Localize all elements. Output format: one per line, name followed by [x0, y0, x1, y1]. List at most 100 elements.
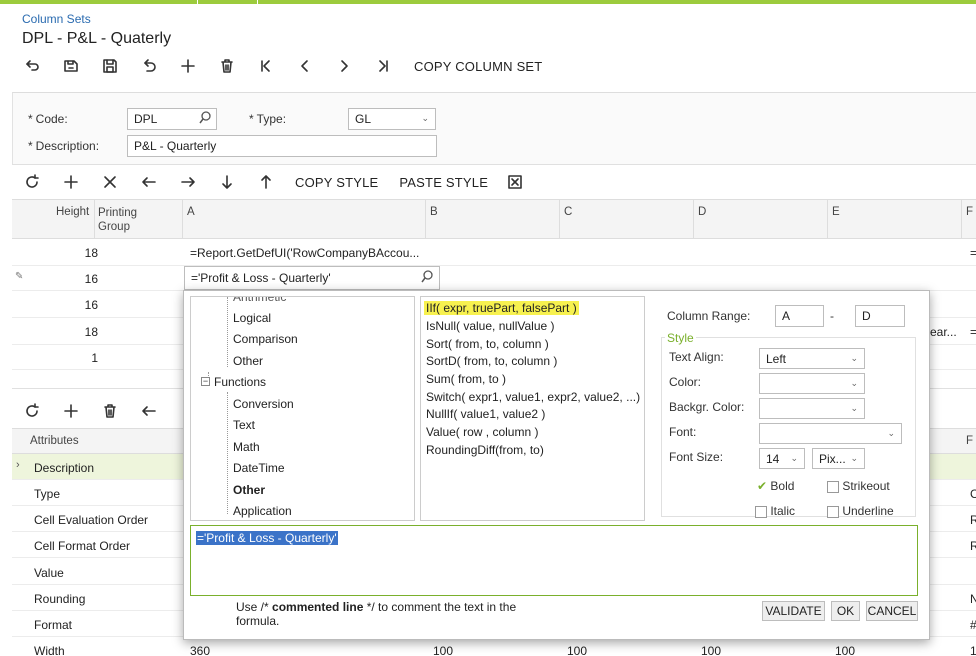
tree-item-other[interactable]: Other	[233, 354, 263, 368]
main-toolbar: COPY COLUMN SET	[20, 54, 542, 78]
tree-item-conversion[interactable]: Conversion	[233, 397, 294, 411]
function-item-switch[interactable]: Switch( expr1, value1, expr2, value2, ..…	[426, 390, 640, 404]
function-item-isnull[interactable]: IsNull( value, nullValue )	[426, 319, 555, 333]
attribute-name: Description	[34, 461, 95, 475]
tree-item-comparison[interactable]: Comparison	[233, 332, 298, 346]
previous-record-icon[interactable]	[293, 54, 317, 78]
code-field[interactable]: DPL	[127, 108, 217, 130]
attributes-header-f[interactable]: F	[966, 435, 973, 447]
description-field[interactable]: P&L - Quarterly	[127, 135, 437, 157]
column-header-a[interactable]: A	[187, 206, 195, 218]
backgr-color-label: Backgr. Color:	[669, 400, 745, 414]
edit-pencil-icon: ✎	[15, 271, 24, 282]
code-label: * Code:	[28, 112, 68, 126]
tree-item-other-selected[interactable]: Other	[233, 483, 265, 497]
delete-icon[interactable]	[98, 399, 122, 423]
ok-button[interactable]: OK	[831, 601, 860, 621]
chevron-down-icon: ⌄	[850, 353, 858, 363]
cancel-button[interactable]: CANCEL	[866, 601, 918, 621]
description-label: * Description:	[28, 139, 100, 153]
next-record-icon[interactable]	[332, 54, 356, 78]
add-icon[interactable]	[176, 54, 200, 78]
arrow-up-icon[interactable]	[254, 170, 278, 194]
tree-item-logical[interactable]: Logical	[233, 311, 271, 325]
attributes-header[interactable]: Attributes	[30, 435, 79, 447]
backgr-color-select[interactable]: ⌄	[759, 398, 865, 419]
tree-item-text[interactable]: Text	[233, 418, 255, 432]
tree-item-functions[interactable]: Functions	[214, 375, 266, 389]
copy-style-button[interactable]: COPY STYLE	[295, 175, 378, 190]
search-icon[interactable]	[199, 111, 211, 128]
cell-f-value: =	[970, 325, 976, 339]
search-icon[interactable]	[421, 270, 433, 287]
table-row[interactable]: 18 =Report.GetDefUI('RowCompanyBAccou...…	[12, 239, 976, 266]
validate-button[interactable]: VALIDATE	[762, 601, 825, 621]
function-item-sortd[interactable]: SortD( from, to, column )	[426, 354, 557, 368]
underline-checkbox[interactable]: Underline	[827, 504, 894, 518]
function-item-nullif[interactable]: NullIf( value1, value2 )	[426, 407, 545, 421]
column-header-b[interactable]: B	[430, 206, 438, 218]
paste-style-button[interactable]: PASTE STYLE	[399, 175, 488, 190]
header-divider	[559, 199, 560, 239]
table-row-active[interactable]: ✎ 16	[12, 266, 976, 291]
formula-cell-editor[interactable]: ='Profit & Loss - Quarterly'	[184, 266, 440, 290]
arrow-left-icon[interactable]	[137, 399, 161, 423]
tree-item-application[interactable]: Application	[233, 504, 292, 518]
clear-style-icon[interactable]	[503, 170, 527, 194]
column-header-f[interactable]: F	[966, 206, 973, 218]
save-close-icon[interactable]	[59, 54, 83, 78]
column-header-e[interactable]: E	[832, 206, 840, 218]
columns-grid-header	[12, 199, 976, 239]
tree-item-datetime[interactable]: DateTime	[233, 461, 285, 475]
font-select[interactable]: ⌄	[759, 423, 902, 444]
italic-checkbox[interactable]: Italic	[755, 504, 795, 518]
function-item-iif[interactable]: IIf( expr, truePart, falsePart )	[424, 301, 579, 315]
function-item-sum[interactable]: Sum( from, to )	[426, 372, 506, 386]
back-arrow-icon[interactable]	[20, 54, 44, 78]
column-header-height[interactable]: Height	[56, 206, 89, 218]
function-item-sort[interactable]: Sort( from, to, column )	[426, 337, 549, 351]
refresh-icon[interactable]	[20, 170, 44, 194]
undo-icon[interactable]	[137, 54, 161, 78]
column-range-to[interactable]: D	[855, 305, 905, 327]
tree-item-math[interactable]: Math	[233, 440, 260, 454]
column-header-c[interactable]: C	[564, 206, 572, 218]
add-row-icon[interactable]	[59, 170, 83, 194]
chevron-down-icon: ⌄	[850, 453, 858, 463]
text-align-select[interactable]: Left ⌄	[759, 348, 865, 369]
chevron-down-icon: ⌄	[850, 378, 858, 388]
column-header-printing-group[interactable]: Printing Group	[98, 206, 137, 234]
function-item-roundingdiff[interactable]: RoundingDiff(from, to)	[426, 443, 544, 457]
column-range-from[interactable]: A	[775, 305, 824, 327]
last-record-icon[interactable]	[371, 54, 395, 78]
formula-textarea[interactable]: ='Profit & Loss - Quarterly'	[190, 525, 918, 596]
row-height-value: 18	[84, 325, 98, 339]
delete-icon[interactable]	[215, 54, 239, 78]
bold-checkbox[interactable]: ✔ Bold	[757, 479, 794, 493]
font-size-select[interactable]: 14 ⌄	[759, 448, 805, 469]
function-item-value[interactable]: Value( row , column )	[426, 425, 538, 439]
add-row-icon[interactable]	[59, 399, 83, 423]
copy-column-set-button[interactable]: COPY COLUMN SET	[414, 59, 542, 74]
header-divider	[827, 199, 828, 239]
arrow-down-icon[interactable]	[215, 170, 239, 194]
column-header-d[interactable]: D	[698, 206, 706, 218]
cell-a-value: =Report.GetDefUI('RowCompanyBAccou...	[190, 246, 420, 260]
header-divider	[961, 199, 962, 239]
attribute-name: Cell Evaluation Order	[34, 513, 149, 527]
breadcrumb[interactable]: Column Sets	[22, 12, 91, 26]
arrow-left-icon[interactable]	[137, 170, 161, 194]
strikeout-checkbox[interactable]: Strikeout	[827, 479, 890, 493]
first-record-icon[interactable]	[254, 54, 278, 78]
color-select[interactable]: ⌄	[759, 373, 865, 394]
collapse-icon[interactable]: −	[201, 377, 210, 386]
arrow-right-icon[interactable]	[176, 170, 200, 194]
checkbox-box	[827, 505, 839, 518]
font-unit-select[interactable]: Pix... ⌄	[812, 448, 865, 469]
refresh-icon[interactable]	[20, 399, 44, 423]
tree-item-arithmetic[interactable]: Arithmetic	[233, 297, 286, 304]
save-icon[interactable]	[98, 54, 122, 78]
attribute-e-value: 100	[835, 644, 856, 656]
type-select[interactable]: GL ⌄	[348, 108, 436, 130]
remove-icon[interactable]	[98, 170, 122, 194]
